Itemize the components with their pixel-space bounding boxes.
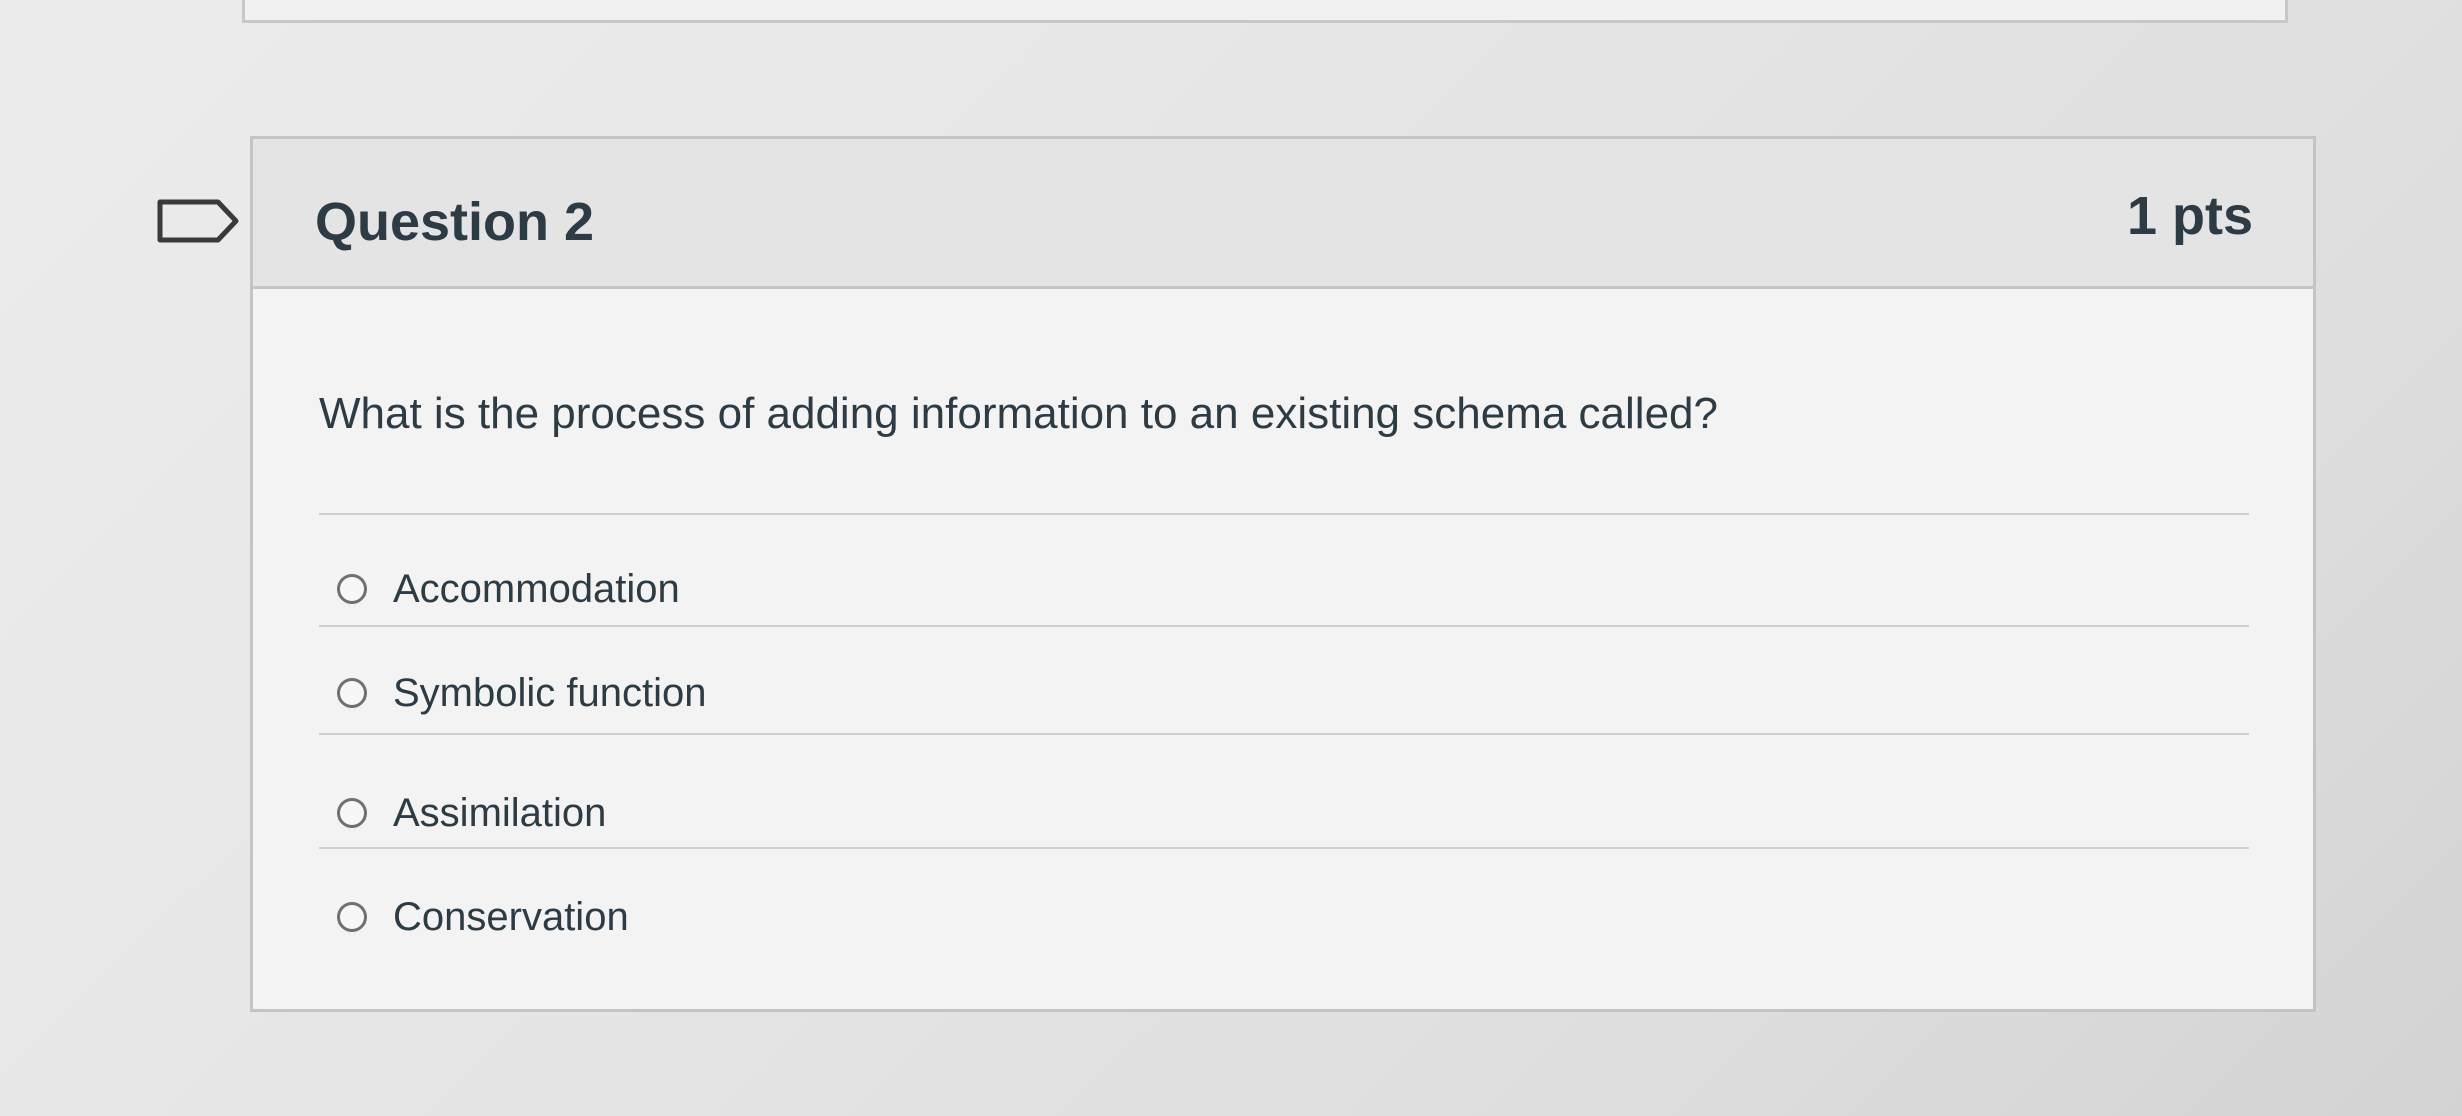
answer-option-assimilation[interactable]: Assimilation bbox=[337, 783, 606, 843]
previous-question-card-edge bbox=[242, 0, 2288, 23]
question-card: Question 2 1 pts What is the process of … bbox=[250, 136, 2316, 1012]
answer-label: Assimilation bbox=[393, 790, 607, 835]
question-header: Question 2 1 pts bbox=[253, 139, 2313, 289]
question-text: What is the process of adding informatio… bbox=[319, 389, 1718, 438]
radio-button[interactable] bbox=[337, 678, 367, 708]
question-title: Question 2 bbox=[315, 192, 595, 252]
radio-button[interactable] bbox=[337, 798, 367, 828]
answer-label: Accommodation bbox=[393, 566, 680, 611]
radio-button[interactable] bbox=[337, 902, 367, 932]
flag-question-icon[interactable] bbox=[156, 198, 240, 244]
answer-divider bbox=[319, 847, 2249, 849]
answer-label: Symbolic function bbox=[393, 670, 707, 715]
answer-option-accommodation[interactable]: Accommodation bbox=[337, 559, 680, 619]
answer-option-conservation[interactable]: Conservation bbox=[337, 887, 629, 947]
answer-label: Conservation bbox=[393, 894, 629, 939]
answer-divider bbox=[319, 625, 2249, 627]
question-points: 1 pts bbox=[2126, 186, 2253, 246]
answers-top-divider bbox=[319, 513, 2249, 515]
answer-option-symbolic-function[interactable]: Symbolic function bbox=[337, 663, 706, 723]
answer-divider bbox=[319, 733, 2249, 735]
radio-button[interactable] bbox=[337, 574, 367, 604]
